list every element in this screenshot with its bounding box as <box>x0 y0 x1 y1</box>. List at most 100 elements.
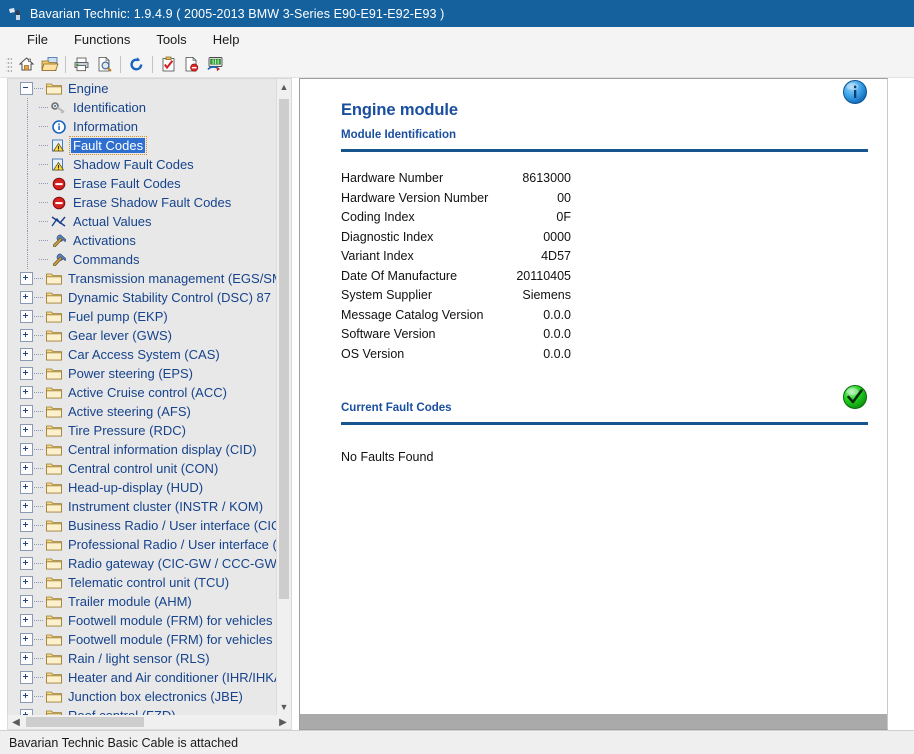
open-folder-icon[interactable] <box>38 54 61 76</box>
expand-toggle-icon[interactable] <box>20 595 33 608</box>
tree-item-information[interactable]: Information <box>8 117 276 136</box>
tree-connector <box>27 231 28 250</box>
tree-item-identification[interactable]: Identification <box>8 98 276 117</box>
tree-item-module[interactable]: Dynamic Stability Control (DSC) 87 <box>8 288 276 307</box>
tree-horizontal-scrollbar[interactable]: ◀ ▶ <box>7 715 292 730</box>
print-preview-icon[interactable] <box>93 54 116 76</box>
identification-row: Software Version 0.0.0 <box>341 325 571 345</box>
horizontal-scroll-thumb[interactable] <box>26 717 144 727</box>
expand-toggle-icon[interactable] <box>20 671 33 684</box>
tree-item-commands[interactable]: Commands <box>8 250 276 269</box>
tree-item-module[interactable]: Heater and Air conditioner (IHR/IHKA) <box>8 668 276 687</box>
expand-toggle-icon[interactable] <box>20 500 33 513</box>
collapse-toggle-icon[interactable] <box>20 82 33 95</box>
expand-toggle-icon[interactable] <box>20 690 33 703</box>
tree-item-module[interactable]: Radio gateway (CIC-GW / CCC-GW / N <box>8 554 276 573</box>
menu-help[interactable]: Help <box>202 29 251 50</box>
tree-item-module[interactable]: Tire Pressure (RDC) <box>8 421 276 440</box>
expand-toggle-icon[interactable] <box>20 614 33 627</box>
expand-toggle-icon[interactable] <box>20 272 33 285</box>
expand-toggle-icon[interactable] <box>20 405 33 418</box>
scroll-up-icon[interactable]: ▲ <box>277 79 291 95</box>
tree-item-label: Rain / light sensor (RLS) <box>68 651 210 666</box>
expand-toggle-icon[interactable] <box>20 462 33 475</box>
tree-connector <box>39 183 48 184</box>
tree-item-module[interactable]: Head-up-display (HUD) <box>8 478 276 497</box>
expand-toggle-icon[interactable] <box>20 519 33 532</box>
expand-toggle-icon[interactable] <box>20 424 33 437</box>
identification-key: Message Catalog Version <box>341 307 484 322</box>
tree-item-activations[interactable]: Activations <box>8 231 276 250</box>
menu-tools[interactable]: Tools <box>145 29 197 50</box>
expand-toggle-icon[interactable] <box>20 576 33 589</box>
expand-toggle-icon[interactable] <box>20 443 33 456</box>
warning-page-icon <box>50 138 67 153</box>
expand-toggle-icon[interactable] <box>20 310 33 323</box>
expand-toggle-icon[interactable] <box>20 633 33 646</box>
tree-item-module[interactable]: Professional Radio / User interface (CIC <box>8 535 276 554</box>
expand-toggle-icon[interactable] <box>20 291 33 304</box>
tree-item-module[interactable]: Instrument cluster (INSTR / KOM) <box>8 497 276 516</box>
tree-item-label: Dynamic Stability Control (DSC) 87 <box>68 290 272 305</box>
tree-item-module[interactable]: Transmission management (EGS/SMG <box>8 269 276 288</box>
folder-icon <box>45 651 62 666</box>
scroll-left-icon[interactable]: ◀ <box>8 715 24 729</box>
expand-toggle-icon[interactable] <box>20 348 33 361</box>
tree-item-module[interactable]: Central control unit (CON) <box>8 459 276 478</box>
menu-functions[interactable]: Functions <box>63 29 141 50</box>
tree-item-module[interactable]: Footwell module (FRM) for vehicles afte <box>8 630 276 649</box>
identification-row: Message Catalog Version 0.0.0 <box>341 306 571 326</box>
tree-item-module[interactable]: Junction box electronics (JBE) <box>8 687 276 706</box>
expand-toggle-icon[interactable] <box>20 538 33 551</box>
tree-item-module[interactable]: Gear lever (GWS) <box>8 326 276 345</box>
tree-item-erase-fault-codes[interactable]: Erase Fault Codes <box>8 174 276 193</box>
tree-item-actual-values[interactable]: Actual Values <box>8 212 276 231</box>
refresh-icon[interactable] <box>125 54 148 76</box>
clipboard-check-icon[interactable] <box>157 54 180 76</box>
tree-connector <box>34 620 43 621</box>
expand-toggle-icon[interactable] <box>20 481 33 494</box>
tree-item-module[interactable]: Trailer module (AHM) <box>8 592 276 611</box>
tree-item-engine[interactable]: Engine <box>8 79 276 98</box>
tree-item-label: Shadow Fault Codes <box>73 157 194 172</box>
tree-item-shadow-fault-codes[interactable]: Shadow Fault Codes <box>8 155 276 174</box>
tree-vertical-scrollbar[interactable]: ▲ ▼ <box>276 79 291 715</box>
identification-value: Siemens <box>522 288 571 302</box>
page-delete-icon[interactable] <box>180 54 203 76</box>
print-icon[interactable] <box>70 54 93 76</box>
tree-item-module[interactable]: Rain / light sensor (RLS) <box>8 649 276 668</box>
menu-file[interactable]: File <box>16 29 59 50</box>
tree-item-label: Active steering (AFS) <box>68 404 191 419</box>
expand-toggle-icon[interactable] <box>20 557 33 570</box>
report-document: Engine module Module Identification Hard… <box>300 79 887 464</box>
section-divider <box>341 149 868 152</box>
tree-item-fault-codes[interactable]: Fault Codes <box>8 136 276 155</box>
menubar: File Functions Tools Help <box>0 27 914 52</box>
tree-item-module[interactable]: Business Radio / User interface (CIC / <box>8 516 276 535</box>
scroll-right-icon[interactable]: ▶ <box>275 715 291 729</box>
home-icon[interactable] <box>15 54 38 76</box>
tree-item-erase-shadow-fault-codes[interactable]: Erase Shadow Fault Codes <box>8 193 276 212</box>
tree-item-module[interactable]: Fuel pump (EKP) <box>8 307 276 326</box>
tree-item-module[interactable]: Roof control (FZD) <box>8 706 276 715</box>
tree-item-module[interactable]: Active steering (AFS) <box>8 402 276 421</box>
expand-toggle-icon[interactable] <box>20 386 33 399</box>
tree-connector <box>34 373 43 374</box>
battery-monitor-icon[interactable] <box>203 54 226 76</box>
chart-icon <box>50 214 67 229</box>
scroll-down-icon[interactable]: ▼ <box>277 699 291 715</box>
expand-toggle-icon[interactable] <box>20 367 33 380</box>
wrench-icon <box>50 233 67 248</box>
tree-item-module[interactable]: Car Access System (CAS) <box>8 345 276 364</box>
toolbar-grip[interactable] <box>6 55 12 74</box>
tree-item-module[interactable]: Active Cruise control (ACC) <box>8 383 276 402</box>
identification-value: 0F <box>556 210 571 224</box>
expand-toggle-icon[interactable] <box>20 652 33 665</box>
expand-toggle-icon[interactable] <box>20 329 33 342</box>
module-tree[interactable]: Engine Identification Information Fault … <box>8 79 276 715</box>
tree-item-module[interactable]: Central information display (CID) <box>8 440 276 459</box>
tree-item-module[interactable]: Footwell module (FRM) for vehicles up <box>8 611 276 630</box>
tree-item-module[interactable]: Telematic control unit (TCU) <box>8 573 276 592</box>
tree-item-module[interactable]: Power steering (EPS) <box>8 364 276 383</box>
vertical-scroll-thumb[interactable] <box>279 99 289 599</box>
